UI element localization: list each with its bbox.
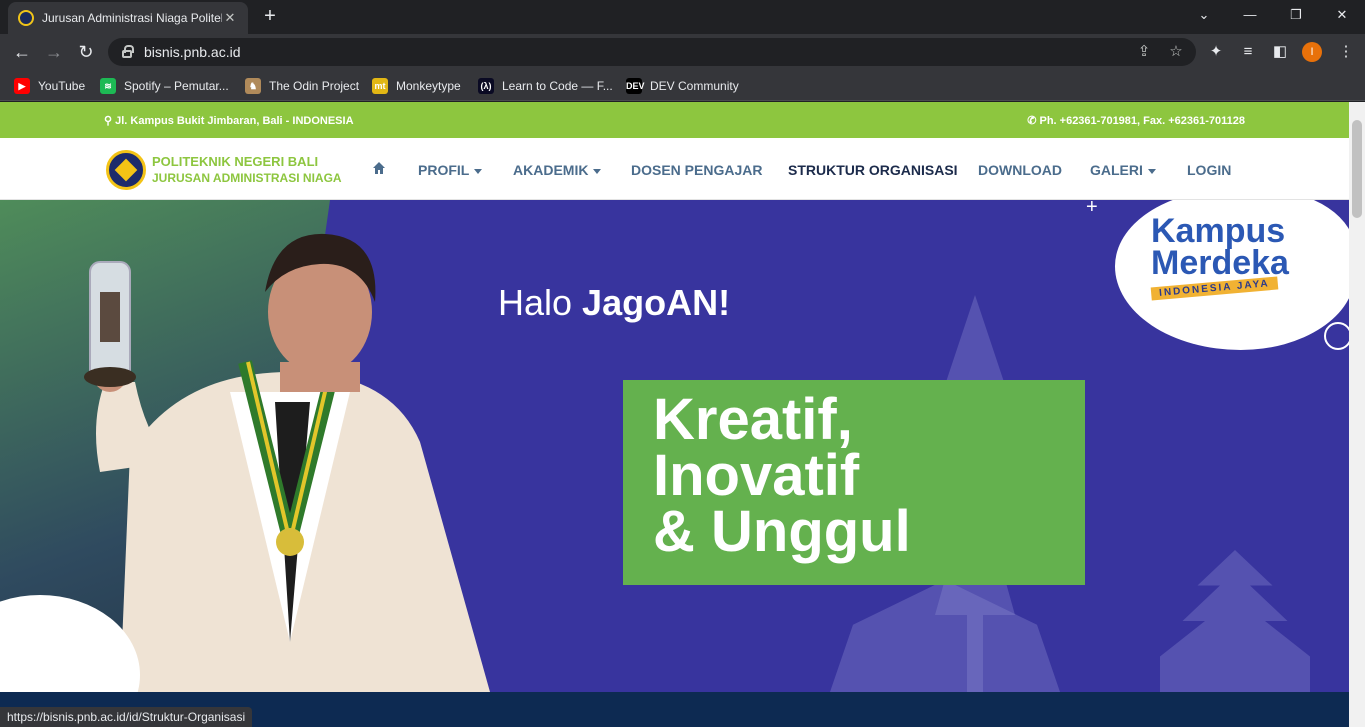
pnb-logo[interactable] (106, 150, 146, 190)
back-icon[interactable]: ← (10, 40, 34, 64)
contact-topbar: ⚲ Jl. Kampus Bukit Jimbaran, Bali - INDO… (0, 102, 1349, 138)
page-scrollbar[interactable] (1349, 102, 1365, 727)
map-marker-icon: ⚲ (104, 115, 116, 127)
kampus-merdeka-badge: Kampus Merdeka INDONESIA JAYA (1115, 200, 1349, 350)
phone-info: ✆ Ph. +62361-701981, Fax. +62361-701128 (1027, 114, 1245, 127)
bookmark-youtube[interactable]: ▶ YouTube (14, 76, 85, 96)
bookmark-label: The Odin Project (269, 79, 360, 93)
nav-label: DOSEN PENGAJAR (631, 162, 763, 178)
tab-search-icon[interactable]: ⌄ (1181, 4, 1227, 26)
graduate-photo (84, 233, 490, 692)
address-info: ⚲ Jl. Kampus Bukit Jimbaran, Bali - INDO… (104, 114, 354, 127)
scrollbar-thumb[interactable] (1352, 120, 1362, 218)
nav-galeri[interactable]: GALERI (1090, 162, 1156, 178)
bookmark-monkeytype[interactable]: mt Monkeytype (372, 76, 461, 96)
nav-label: STRUKTUR ORGANISASI (788, 162, 958, 178)
caret-down-icon (474, 168, 483, 174)
url-text: bisnis.pnb.ac.id (144, 44, 241, 60)
nav-label: DOWNLOAD (978, 162, 1062, 178)
decorative-plus-icon: + (1086, 200, 1098, 218)
home-icon[interactable] (372, 161, 386, 175)
spotify-icon: ≋ (100, 78, 116, 94)
tab-strip: Jurusan Administrasi Niaga Politeknik ✕ … (0, 0, 1365, 34)
nav-struktur-organisasi[interactable]: STRUKTUR ORGANISASI (788, 162, 958, 178)
active-tab[interactable]: Jurusan Administrasi Niaga Politeknik ✕ (8, 2, 248, 34)
decorative-ring (1324, 322, 1349, 350)
bookmarks-bar: ▶ YouTube ≋ Spotify – Pemutar... ♞ The Odin P… (0, 70, 1365, 101)
dev-icon: DEV (626, 78, 645, 94)
decorative-cross-icon: ✕ (48, 608, 70, 638)
share-icon[interactable]: ⇪ (1134, 42, 1154, 62)
media-control-icon[interactable]: ≡ (1236, 40, 1260, 64)
reload-icon[interactable]: ↻ (74, 40, 98, 64)
tagline-line-2: Inovatif (653, 443, 860, 508)
tagline-line-3: & Unggul (653, 499, 911, 564)
phone-text: Ph. +62361-701981, Fax. +62361-701128 (1039, 115, 1245, 127)
window-close-icon[interactable]: ✕ (1319, 4, 1365, 26)
nav-login[interactable]: LOGIN (1187, 162, 1231, 178)
minimize-icon[interactable]: — (1227, 4, 1273, 26)
brand-name[interactable]: POLITEKNIK NEGERI BALI (152, 154, 318, 169)
monkeytype-icon: mt (372, 78, 388, 94)
side-panel-icon[interactable]: ◧ (1268, 40, 1292, 64)
menu-kebab-icon[interactable]: ⋮ (1334, 40, 1358, 64)
pagoda-silhouette (1160, 550, 1310, 692)
caret-down-icon (593, 168, 602, 174)
nav-dosen-pengajar[interactable]: DOSEN PENGAJAR (631, 162, 762, 178)
browser-toolbar: ← → ↻ bisnis.pnb.ac.id ⇪ ☆ ✦ ≡ ◧ I ⋮ (0, 34, 1365, 70)
nav-label: GALERI (1090, 162, 1143, 178)
address-bar[interactable]: bisnis.pnb.ac.id ⇪ ☆ (108, 38, 1196, 66)
hero-greeting: Halo JagoAN! (498, 282, 730, 324)
tab-title: Jurusan Administrasi Niaga Politeknik (42, 11, 222, 25)
decorative-dot-small (77, 632, 85, 640)
greeting-prefix: Halo (498, 282, 583, 323)
lock-icon[interactable] (122, 45, 134, 58)
freecodecamp-icon: (λ) (478, 78, 494, 94)
brand-department[interactable]: JURUSAN ADMINISTRASI NIAGA (152, 171, 342, 185)
tagline-line-1: Kreatif, (653, 387, 853, 452)
greeting-name: JagoAN! (582, 282, 731, 323)
phone-icon: ✆ (1027, 115, 1040, 127)
nav-label: LOGIN (1187, 162, 1232, 178)
pnb-favicon-icon (18, 10, 34, 26)
nav-akademik[interactable]: AKADEMIK (513, 162, 602, 178)
bookmark-label: Monkeytype (396, 79, 461, 93)
tab-close-icon[interactable]: ✕ (222, 10, 238, 26)
page-viewport: ⚲ Jl. Kampus Bukit Jimbaran, Bali - INDO… (0, 102, 1349, 727)
extensions-icon[interactable]: ✦ (1204, 40, 1228, 64)
caret-down-icon (1147, 168, 1156, 174)
restore-icon[interactable]: ❐ (1273, 4, 1319, 26)
nav-label: AKADEMIK (513, 162, 589, 178)
hero-tagline-box: Kreatif, Inovatif & Unggul (623, 380, 1085, 585)
bookmark-label: Spotify – Pemutar... (124, 79, 229, 93)
bookmark-dev[interactable]: DEV DEV Community (626, 76, 739, 96)
bookmark-label: Learn to Code — F... (502, 79, 613, 93)
temple-base-silhouette (830, 580, 1060, 692)
bookmark-spotify[interactable]: ≋ Spotify – Pemutar... (100, 76, 229, 96)
new-tab-button[interactable]: + (258, 5, 282, 29)
nav-profil[interactable]: PROFIL (418, 162, 483, 178)
youtube-icon: ▶ (14, 78, 30, 94)
link-status-bubble: https://bisnis.pnb.ac.id/id/Struktur-Org… (0, 707, 253, 727)
bookmark-label: DEV Community (650, 79, 739, 93)
forward-icon[interactable]: → (42, 40, 66, 64)
address-text: Jl. Kampus Bukit Jimbaran, Bali - INDONE… (115, 115, 354, 127)
bookmark-freecodecamp[interactable]: (λ) Learn to Code — F... (478, 76, 613, 96)
hero-banner: ✕ + Halo JagoAN! Kreatif, Inovatif & Ung… (0, 200, 1349, 692)
nav-label: PROFIL (418, 162, 470, 178)
bookmark-star-icon[interactable]: ☆ (1166, 42, 1186, 62)
bookmark-label: YouTube (38, 79, 86, 93)
nav-download[interactable]: DOWNLOAD (978, 162, 1062, 178)
profile-avatar[interactable]: I (1302, 42, 1322, 62)
decorative-dot (82, 658, 104, 680)
odin-icon: ♞ (245, 78, 261, 94)
site-navbar: POLITEKNIK NEGERI BALI JURUSAN ADMINISTR… (0, 138, 1349, 200)
bookmark-odin[interactable]: ♞ The Odin Project (245, 76, 359, 96)
